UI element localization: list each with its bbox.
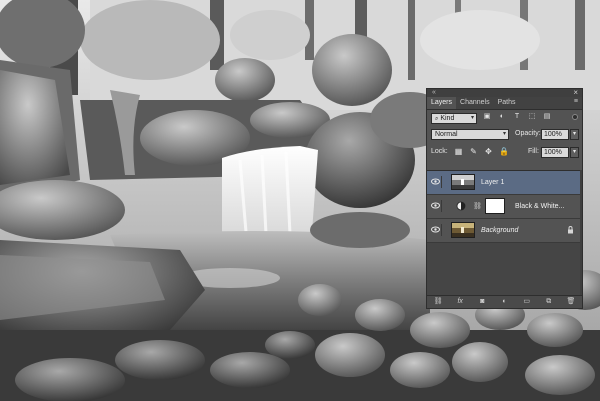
filter-smartobject-icon[interactable]: ▤	[543, 113, 551, 121]
filter-type-icon[interactable]: T	[513, 113, 521, 121]
filter-kind-select[interactable]: ⌕ Kind ▾	[431, 113, 477, 124]
layers-toolbar: ⛓ fx ◙ ◐ ▭ ⧉ 🗑	[427, 295, 582, 308]
link-layers-icon[interactable]: ⛓	[434, 298, 443, 306]
filter-row: ⌕ Kind ▾ ▣ ◐ T ⬚ ▤	[427, 110, 582, 127]
opacity-label: Opacity:	[515, 130, 541, 137]
fill-input[interactable]: 100%	[541, 147, 569, 158]
fx-icon[interactable]: fx	[456, 298, 465, 306]
trash-icon[interactable]: 🗑	[566, 298, 575, 306]
tab-layers[interactable]: Layers	[427, 97, 457, 109]
add-mask-icon[interactable]: ◙	[478, 298, 487, 306]
layer-name[interactable]: Black & White...	[515, 203, 564, 210]
blend-mode-select[interactable]: Normal ▾	[431, 129, 509, 140]
lock-row: Lock: ▦ ✎ ✥ 🔒 Fill: 100% ▾	[427, 144, 582, 161]
close-icon[interactable]: ×	[573, 88, 578, 97]
tab-channels[interactable]: Channels	[456, 97, 494, 109]
layers-panel: « × Layers Channels Paths ≡ ⌕ Kind ▾ ▣ ◐…	[426, 88, 583, 309]
panel-menu-icon[interactable]: ≡	[574, 98, 578, 105]
layer-row-black-white[interactable]: ⛓ Black & White...	[427, 195, 582, 219]
new-group-icon[interactable]: ▭	[522, 298, 531, 306]
lock-all-icon[interactable]: 🔒	[499, 147, 509, 156]
opacity-input[interactable]: 100%	[541, 129, 569, 140]
filter-toggle[interactable]	[572, 114, 578, 120]
new-layer-icon[interactable]: ⧉	[544, 298, 553, 306]
filter-adjustment-icon[interactable]: ◐	[498, 113, 506, 121]
layers-scrollbar[interactable]	[580, 170, 582, 298]
fill-dropdown-button[interactable]: ▾	[570, 147, 579, 158]
filter-pixel-icon[interactable]: ▣	[483, 113, 491, 121]
search-icon: ⌕	[435, 116, 439, 122]
lock-position-icon[interactable]: ✥	[484, 147, 493, 156]
layers-list: Layer 1 ⛓ Black & White... Background	[427, 170, 582, 299]
chevron-down-icon: ▾	[470, 115, 474, 121]
adjustment-icon	[456, 201, 466, 211]
eye-icon[interactable]	[431, 176, 442, 188]
layer-mask-thumbnail[interactable]	[485, 198, 505, 214]
layer-thumbnail	[451, 174, 475, 190]
lock-label: Lock:	[431, 148, 448, 155]
layer-row-background[interactable]: Background	[427, 219, 582, 243]
layer-name[interactable]: Layer 1	[481, 179, 504, 186]
blend-mode-value: Normal	[435, 131, 458, 138]
lock-transparent-icon[interactable]: ▦	[454, 147, 463, 156]
eye-icon[interactable]	[431, 200, 442, 212]
panel-titlebar[interactable]: « ×	[427, 88, 582, 97]
tab-paths[interactable]: Paths	[494, 97, 520, 109]
layer-name[interactable]: Background	[481, 227, 518, 234]
new-adjustment-icon[interactable]: ◐	[500, 298, 509, 306]
panel-tabs: Layers Channels Paths ≡	[427, 97, 582, 110]
filter-shape-icon[interactable]: ⬚	[528, 113, 536, 121]
filter-kind-label: Kind	[440, 115, 455, 122]
link-icon[interactable]: ⛓	[473, 202, 482, 210]
lock-image-icon[interactable]: ✎	[469, 147, 478, 156]
chevron-down-icon: ▾	[502, 131, 506, 137]
opacity-dropdown-button[interactable]: ▾	[570, 129, 579, 140]
layer-thumbnail	[451, 222, 475, 238]
blend-row: Normal ▾ Opacity: 100% ▾	[427, 127, 582, 144]
eye-icon[interactable]	[431, 224, 442, 236]
lock-icon	[567, 226, 574, 236]
collapse-icon[interactable]: «	[432, 89, 436, 96]
fill-label: Fill:	[528, 148, 539, 155]
layer-row-layer1[interactable]: Layer 1	[427, 171, 582, 195]
